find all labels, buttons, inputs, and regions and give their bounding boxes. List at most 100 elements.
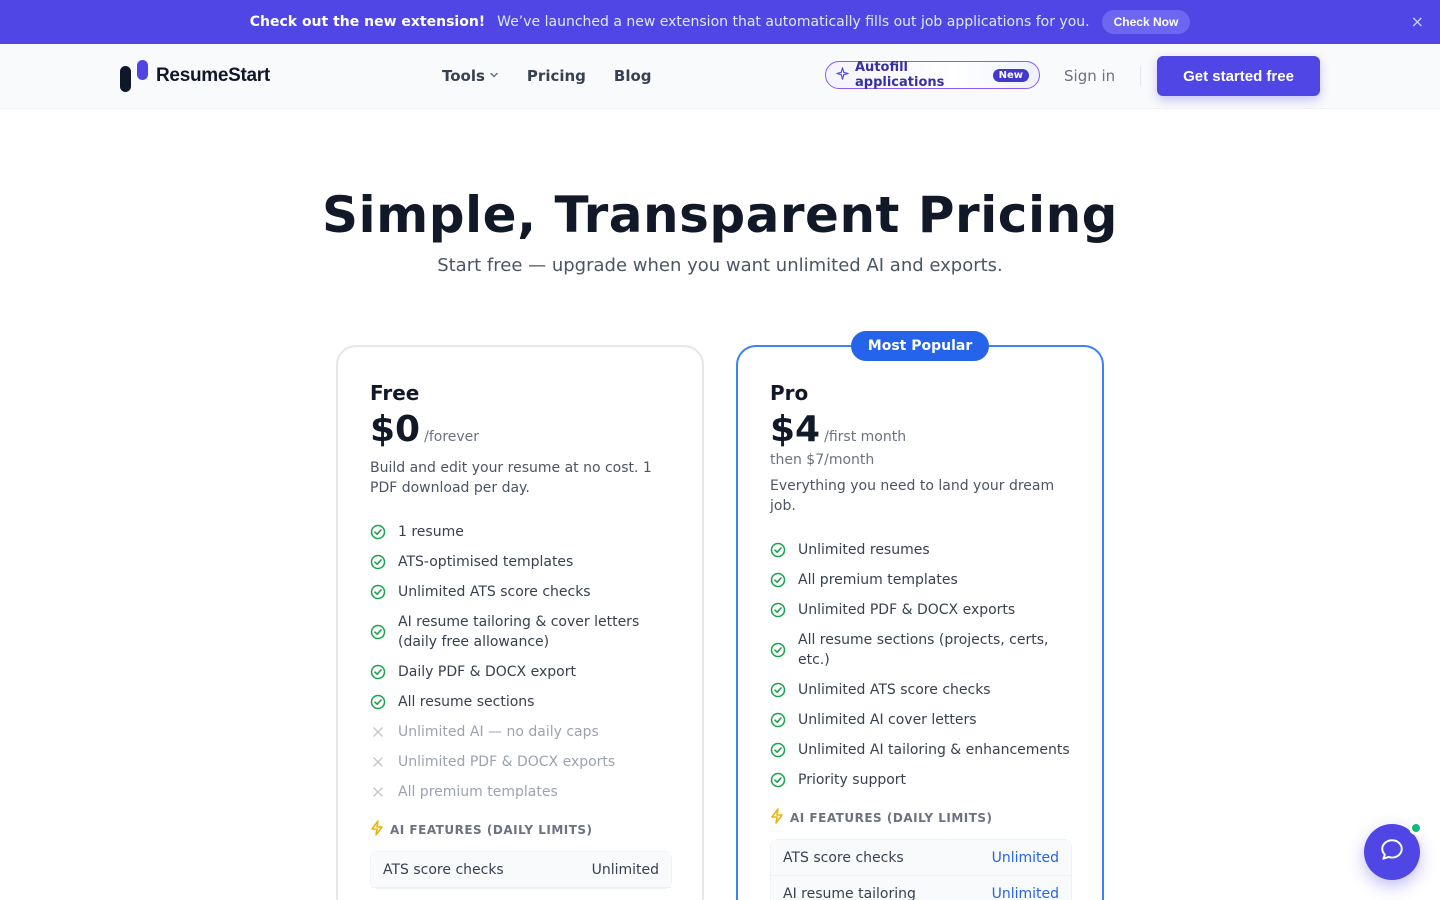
get-started-button[interactable]: Get started free (1157, 56, 1320, 96)
check-circle-icon (370, 694, 398, 710)
feature-item: Daily PDF & DOCX export (370, 662, 672, 682)
most-popular-badge: Most Popular (851, 331, 989, 361)
feature-label: Unlimited ATS score checks (798, 682, 991, 698)
lightning-icon (370, 820, 384, 839)
plan-name: Pro (770, 381, 809, 405)
chat-bubble-icon (1379, 837, 1405, 867)
feature-item: ATS-optimised templates (370, 552, 672, 572)
announcement-headline: Check out the new extension! (249, 14, 486, 30)
x-icon (370, 784, 398, 800)
ai-limit-row: ATS score checks Unlimited (771, 840, 1071, 876)
feature-label: ATS-optimised templates (398, 554, 574, 570)
logo-mark-icon (120, 60, 148, 92)
check-circle-icon (370, 554, 398, 570)
feature-item: Priority support (770, 770, 1072, 790)
autofill-applications-button[interactable]: Autofill applications New (825, 60, 1040, 90)
main-nav: Tools Pricing Blog (442, 44, 652, 108)
check-circle-icon (370, 584, 398, 600)
ai-limit-value: Unlimited (991, 885, 1059, 900)
ai-limit-value: Unlimited (591, 861, 659, 878)
feature-label: All resume sections (398, 694, 535, 710)
feature-label: Unlimited PDF & DOCX exports (798, 602, 1016, 618)
feature-item: All premium templates (370, 782, 672, 802)
announcement-message: We’ve launched a new extension that auto… (497, 14, 1090, 30)
check-circle-icon (370, 664, 398, 680)
plan-period: /first month (824, 429, 907, 445)
brand-name: ResumeStart (156, 65, 270, 86)
announcement-bar: Check out the new extension! We’ve launc… (0, 0, 1440, 44)
ai-limit-value: Unlimited (991, 849, 1059, 866)
lightning-icon (770, 808, 784, 827)
pricing-card-pro: Pro $4 /first month then $7/month Everyt… (736, 345, 1104, 900)
new-badge: New (992, 68, 1029, 82)
nav-item-tools[interactable]: Tools (442, 67, 499, 85)
ai-heading-label: AI FEATURES (DAILY LIMITS) (790, 810, 993, 825)
check-circle-icon (770, 542, 798, 558)
chat-button[interactable] (1364, 821, 1423, 880)
nav-item-label: Pricing (526, 67, 586, 85)
nav-item-label: Blog (613, 67, 652, 85)
check-circle-icon (770, 682, 798, 698)
chevron-down-icon (489, 70, 499, 83)
feature-label: Unlimited PDF & DOCX exports (398, 754, 616, 770)
ai-limit-row: AI resume tailoring Unlimited (771, 876, 1071, 900)
autofill-label: Autofill applications (855, 60, 945, 90)
check-circle-icon (770, 642, 798, 658)
plan-description: Everything you need to land your dream j… (770, 478, 1055, 514)
ai-limit-name: ATS score checks (383, 861, 504, 878)
feature-item: AI resume tailoring & cover letters (dai… (370, 612, 672, 652)
brand-logo[interactable]: ResumeStart (120, 60, 270, 92)
feature-label: Unlimited ATS score checks (398, 584, 591, 600)
feature-label: All premium templates (798, 572, 958, 588)
online-status-dot (1409, 821, 1423, 835)
feature-label: Unlimited AI cover letters (798, 712, 977, 728)
check-circle-icon (770, 602, 798, 618)
feature-item: Unlimited AI tailoring & enhancements (770, 740, 1072, 760)
plan-description: Build and edit your resume at no cost. 1… (370, 460, 652, 496)
plan-then-price: then $7/month (770, 452, 875, 468)
feature-label: Unlimited resumes (798, 542, 930, 558)
pricing-card-free: Free $0 /forever Build and edit your res… (336, 345, 704, 900)
plan-name: Free (370, 381, 420, 405)
feature-item: Unlimited AI — no daily caps (370, 722, 672, 742)
feature-list: Unlimited resumes All premium templates Un… (770, 540, 1072, 790)
sign-in-link[interactable]: Sign in (1064, 44, 1115, 108)
page-subtitle: Start free — upgrade when you want unlim… (437, 255, 1003, 276)
check-circle-icon (770, 772, 798, 788)
ai-heading-label: AI FEATURES (DAILY LIMITS) (390, 822, 593, 837)
x-icon (370, 754, 398, 770)
feature-item: Unlimited AI cover letters (770, 710, 1072, 730)
close-icon[interactable]: × (1411, 12, 1424, 32)
feature-item: Unlimited PDF & DOCX exports (770, 600, 1072, 620)
ai-limit-name: AI resume tailoring (783, 885, 916, 900)
ai-limits-table: ATS score checks Unlimited (370, 851, 672, 889)
feature-list: 1 resume ATS-optimised templates Unlimited… (370, 522, 672, 802)
feature-item: Unlimited ATS score checks (370, 582, 672, 602)
feature-item: All premium templates (770, 570, 1072, 590)
feature-item: Unlimited PDF & DOCX exports (370, 752, 672, 772)
plan-price: $0 (370, 409, 421, 450)
feature-item: Unlimited resumes (770, 540, 1072, 560)
nav-item-pricing[interactable]: Pricing (527, 67, 586, 85)
check-circle-icon (770, 572, 798, 588)
feature-label: Daily PDF & DOCX export (398, 664, 576, 680)
feature-label: All premium templates (398, 784, 558, 800)
feature-label: Unlimited AI — no daily caps (398, 724, 599, 740)
ai-limit-row: ATS score checks Unlimited (371, 852, 671, 888)
feature-label: Priority support (798, 772, 907, 788)
ai-features-heading: AI FEATURES (DAILY LIMITS) (370, 820, 672, 839)
plan-period: /forever (424, 429, 480, 445)
site-header: ResumeStart Tools Pricing Blog Autofill … (0, 44, 1440, 109)
feature-label: 1 resume (398, 524, 464, 540)
x-icon (370, 724, 398, 740)
feature-item: Unlimited ATS score checks (770, 680, 1072, 700)
nav-item-blog[interactable]: Blog (614, 67, 652, 85)
nav-item-label: Tools (442, 67, 485, 85)
check-circle-icon (770, 712, 798, 728)
ai-limit-name: ATS score checks (783, 849, 904, 866)
check-circle-icon (770, 742, 798, 758)
ai-features-heading: AI FEATURES (DAILY LIMITS) (770, 808, 1072, 827)
feature-item: All resume sections (370, 692, 672, 712)
sparkle-icon (836, 66, 849, 84)
check-now-button[interactable]: Check Now (1101, 10, 1191, 34)
